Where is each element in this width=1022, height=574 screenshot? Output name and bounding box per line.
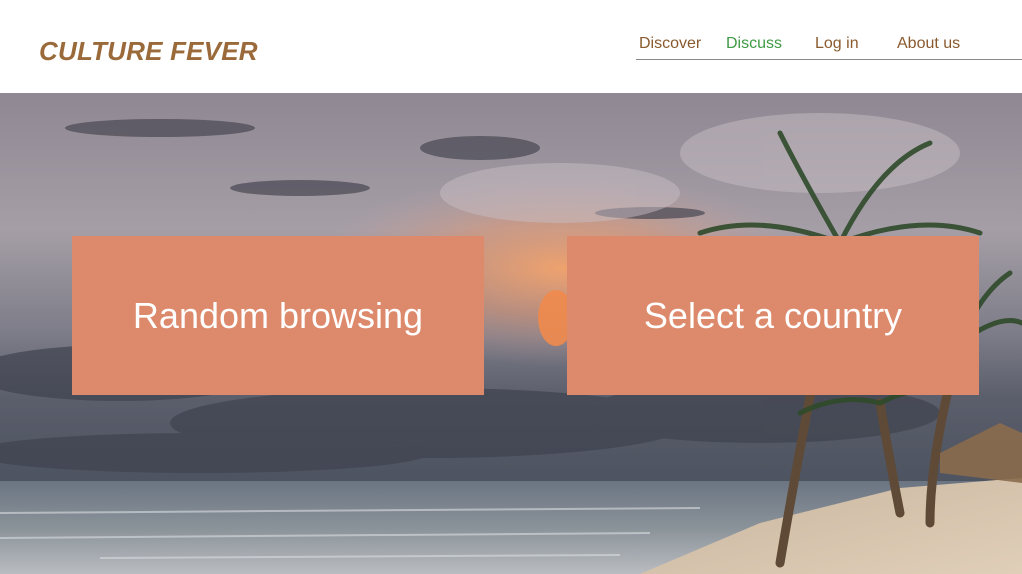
main-nav: Discover Discuss Log in About us — [636, 35, 1022, 60]
random-browsing-button[interactable]: Random browsing — [72, 236, 484, 395]
site-logo[interactable]: CULTURE FEVER — [39, 36, 258, 67]
nav-discover[interactable]: Discover — [639, 35, 701, 53]
site-header: CULTURE FEVER Discover Discuss Log in Ab… — [0, 0, 1022, 93]
nav-about-us[interactable]: About us — [897, 35, 960, 53]
select-country-label: Select a country — [643, 294, 903, 336]
nav-login[interactable]: Log in — [815, 35, 859, 53]
nav-discuss[interactable]: Discuss — [726, 35, 782, 53]
random-browsing-label: Random browsing — [132, 294, 424, 336]
select-country-button[interactable]: Select a country — [567, 236, 979, 395]
hero-section: Random browsing Select a country — [0, 93, 1022, 574]
